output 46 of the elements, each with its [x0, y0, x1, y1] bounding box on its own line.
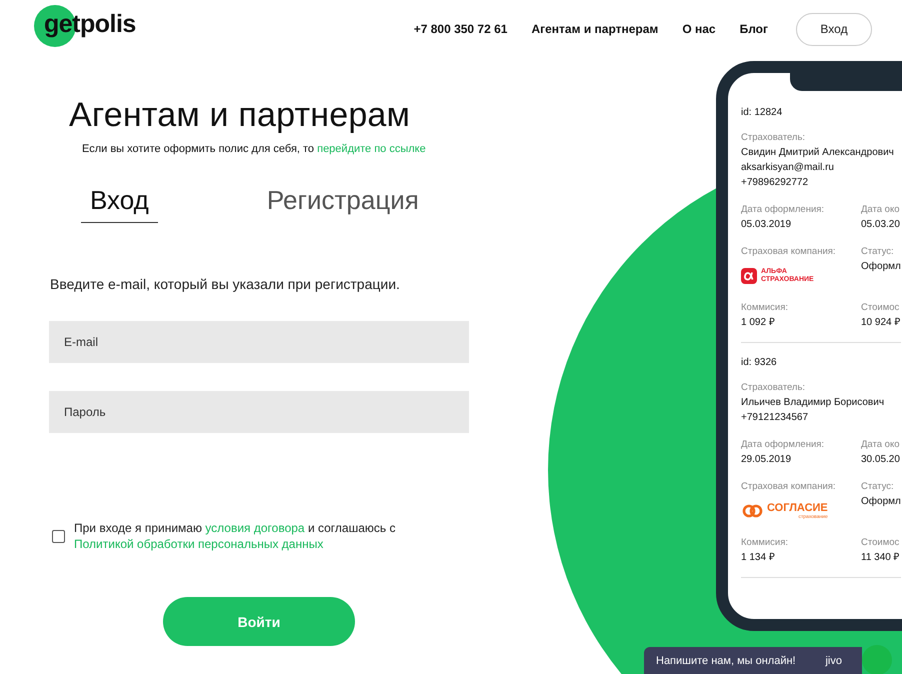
input-field[interactable]: Пароль [49, 391, 469, 433]
policy-id: id: 9326 [741, 357, 778, 368]
field-value: +79896292772 [741, 176, 810, 190]
field-label: Дата око [861, 438, 901, 452]
field-value: +79121234567 [741, 411, 810, 425]
field-label: Коммисия: [741, 301, 790, 315]
nav-link[interactable]: Агентам и партнерам [531, 22, 658, 36]
field-label: Дата оформления: [741, 438, 826, 452]
nav-link[interactable]: Блог [740, 22, 768, 36]
field-label: Дата око [861, 203, 901, 217]
chat-widget[interactable]: Напишите нам, мы онлайн! jivo [644, 647, 862, 674]
field-label: Страховая компания: [741, 245, 837, 259]
page-title: Агентам и партнерам [69, 96, 410, 135]
instruction-text: Введите e-mail, который вы указали при регистрации. [50, 276, 400, 292]
consent-text: При входе я принимаю условия договора и соглашаюсь с Политикой обработки персональных данных [74, 520, 396, 552]
tab[interactable]: Регистрация [258, 185, 428, 223]
field-value: 10 924 ₽ [861, 316, 902, 330]
field-value: 05.03.2019 [741, 218, 792, 232]
field-label: Стоимос [861, 301, 900, 315]
field-label: Статус: [861, 480, 895, 494]
field-value: 30.05.20 [861, 453, 901, 467]
input-field[interactable]: E-mail [49, 321, 469, 363]
field-value: 05.03.20 [861, 218, 901, 232]
field-value: Свидин Дмитрий Александрович [741, 146, 895, 160]
field-value: 29.05.2019 [741, 453, 792, 467]
subtitle: Если вы хотите оформить полис для себя, то перейдите по ссылке [82, 143, 426, 155]
field-label: Стоимос [861, 536, 900, 550]
nav-link[interactable]: +7 800 350 72 61 [414, 22, 508, 36]
field-label: Страхователь: [741, 131, 806, 145]
field-value: 1 134 ₽ [741, 551, 776, 565]
field-value: aksarkisyan@mail.ru [741, 161, 835, 175]
nav-link[interactable]: О нас [682, 22, 716, 36]
checkbox[interactable] [52, 530, 65, 542]
field-value: Оформл [861, 260, 902, 274]
field-value: 1 092 ₽ [741, 316, 776, 330]
field-value: 11 340 ₽ [861, 551, 901, 565]
field-value: Оформл [861, 495, 902, 509]
policy-id: id: 12824 [741, 107, 784, 118]
field-label: Коммисия: [741, 536, 790, 550]
field-value: Ильичев Владимир Борисович [741, 396, 886, 410]
field-label: Страховая компания: [741, 480, 837, 494]
tab[interactable]: Вход [81, 185, 158, 223]
field-label: Страхователь: [741, 381, 806, 395]
field-label: Дата оформления: [741, 203, 826, 217]
field-label: Статус: [861, 245, 895, 259]
login-button[interactable]: Вход [796, 12, 872, 46]
